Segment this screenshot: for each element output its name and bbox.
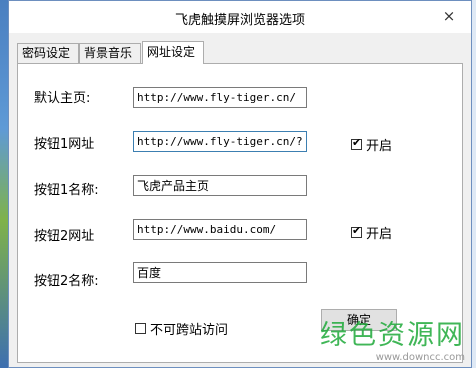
button1-name-label: 按钮1名称: — [34, 183, 99, 198]
watermark-url: www.downcc.com — [375, 352, 465, 363]
no-cross-site-checkbox[interactable]: 不可跨站访问 — [135, 319, 228, 338]
site-watermark: 绿色资源网 www.downcc.com — [320, 313, 465, 363]
title-bar: 飞虎触摸屏浏览器选项 × — [9, 1, 471, 33]
home-label: 默认主页: — [34, 91, 91, 106]
button2-url-input[interactable] — [133, 219, 307, 240]
tab-background-music[interactable]: 背景音乐 — [79, 43, 141, 63]
tab-password[interactable]: 密码设定 — [17, 43, 79, 63]
button1-url-label: 按钮1网址 — [34, 137, 95, 152]
check-icon: ✔ — [352, 136, 362, 149]
button2-name-input[interactable] — [133, 262, 307, 283]
no-cross-site-label: 不可跨站访问 — [150, 323, 229, 338]
button2-name-label: 按钮2名称: — [34, 274, 99, 289]
button1-enable-checkbox[interactable]: ✔ 开启 — [351, 135, 392, 154]
button1-url-input[interactable] — [133, 131, 307, 152]
options-dialog: 飞虎触摸屏浏览器选项 × 密码设定 背景音乐 网址设定 默认主页: 按钮1网址 … — [8, 0, 472, 368]
button2-url-label: 按钮2网址 — [34, 229, 95, 244]
button1-name-input[interactable] — [133, 175, 307, 196]
check-icon: ✔ — [352, 224, 362, 237]
no-cross-site-checkbox-box — [135, 323, 146, 334]
window-title: 飞虎触摸屏浏览器选项 — [174, 13, 305, 28]
button2-enable-label: 开启 — [366, 227, 393, 242]
button1-enable-label: 开启 — [366, 139, 393, 154]
tab-url-settings[interactable]: 网址设定 — [142, 41, 204, 64]
button1-checkbox-box: ✔ — [351, 136, 362, 150]
home-url-input[interactable] — [133, 87, 307, 108]
close-icon: × — [442, 7, 456, 25]
button2-checkbox-box: ✔ — [351, 224, 362, 238]
close-button[interactable]: × — [435, 5, 463, 27]
desktop-background — [0, 0, 8, 368]
watermark-logo-text: 绿色资源网 — [320, 320, 465, 351]
button2-enable-checkbox[interactable]: ✔ 开启 — [351, 223, 392, 242]
